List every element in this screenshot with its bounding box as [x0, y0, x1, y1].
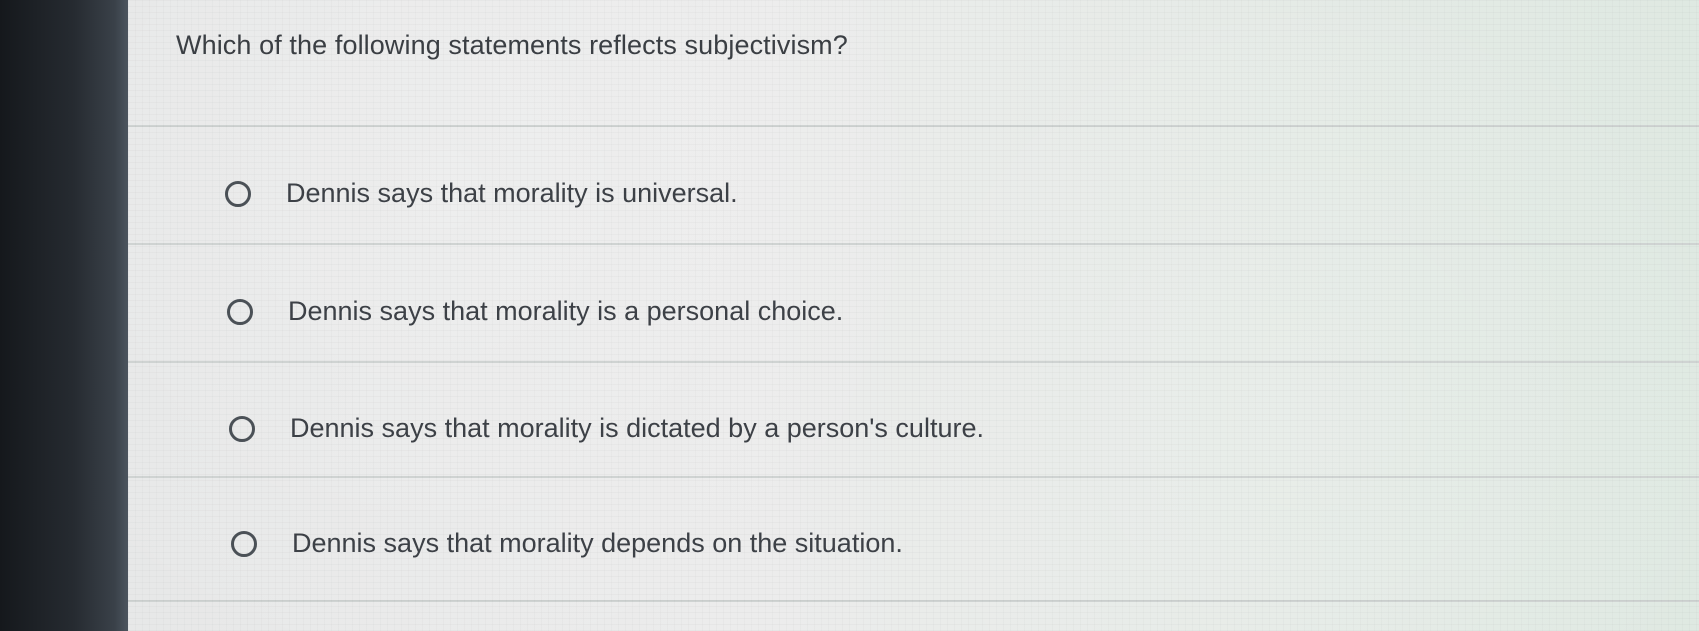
option-label-2: Dennis says that morality is a personal …: [288, 296, 844, 326]
radio-button-2[interactable]: [227, 298, 253, 325]
radio-button-4[interactable]: [231, 530, 257, 557]
option-row-4[interactable]: Dennis says that morality depends on the…: [231, 528, 903, 559]
question-panel: Which of the following statements reflec…: [128, 0, 1699, 631]
divider: [128, 361, 1699, 363]
question-text: Which of the following statements reflec…: [176, 30, 848, 60]
option-label-1: Dennis says that morality is universal.: [286, 178, 738, 208]
screen: Which of the following statements reflec…: [0, 0, 1699, 631]
divider: [128, 600, 1699, 602]
option-row-2[interactable]: Dennis says that morality is a personal …: [227, 296, 843, 327]
divider: [128, 243, 1699, 245]
divider: [128, 476, 1699, 478]
option-row-1[interactable]: Dennis says that morality is universal.: [225, 178, 738, 209]
option-row-3[interactable]: Dennis says that morality is dictated by…: [229, 413, 984, 444]
radio-button-3[interactable]: [229, 415, 255, 442]
option-label-3: Dennis says that morality is dictated by…: [290, 413, 984, 443]
monitor-bezel: [0, 0, 135, 631]
option-label-4: Dennis says that morality depends on the…: [292, 528, 903, 558]
radio-button-1[interactable]: [225, 180, 251, 207]
divider: [128, 125, 1699, 127]
